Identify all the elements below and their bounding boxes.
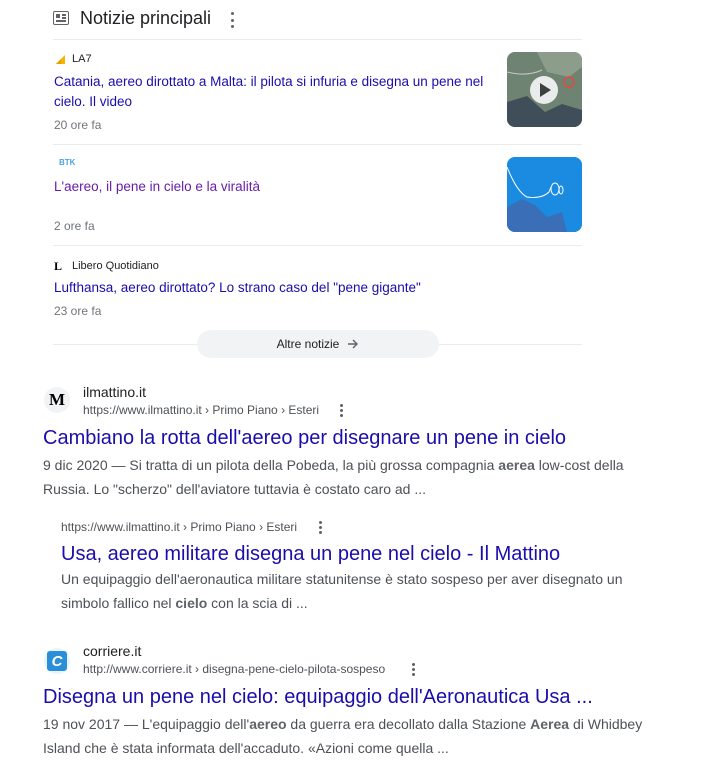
result-snippet: 9 dic 2020 — Si tratta di un pilota dell… <box>43 457 624 497</box>
divider <box>53 245 582 246</box>
news-headline[interactable]: Lufthansa, aereo dirottato? Lo strano ca… <box>54 278 574 298</box>
btk-logo-icon: BTK <box>59 158 76 167</box>
result-url[interactable]: http://www.corriere.it › disegna-pene-ci… <box>83 662 385 676</box>
news-time: 20 ore fa <box>54 118 102 132</box>
news-headline[interactable]: Catania, aereo dirottato a Malta: il pil… <box>54 72 484 112</box>
result-menu-icon[interactable] <box>318 521 322 534</box>
result-site-name[interactable]: ilmattino.it <box>83 384 146 400</box>
news-thumbnail[interactable] <box>507 52 582 127</box>
result-site-name[interactable]: corriere.it <box>83 643 141 659</box>
more-news-label: Altre notizie <box>276 337 340 351</box>
divider <box>53 344 197 345</box>
news-time: 23 ore fa <box>54 304 102 318</box>
news-time: 2 ore fa <box>54 219 95 233</box>
divider <box>53 39 582 40</box>
result-date: 19 nov 2017 <box>43 716 121 732</box>
result-snippet: 19 nov 2017 — L'equipaggio dell'aereo da… <box>43 716 643 756</box>
map-video-thumbnail <box>507 52 582 127</box>
news-thumbnail[interactable] <box>507 157 582 232</box>
result-url[interactable]: https://www.ilmattino.it › Primo Piano ›… <box>83 403 319 417</box>
news-card[interactable]: L Libero Quotidiano Lufthansa, aereo dir… <box>53 256 582 320</box>
news-source: Libero Quotidiano <box>72 260 159 272</box>
result-title-link[interactable]: Disegna un pene nel cielo: equipaggio de… <box>43 686 593 709</box>
libero-logo-icon: L <box>54 259 63 273</box>
news-card[interactable]: LA7 Catania, aereo dirottato a Malta: il… <box>53 50 582 140</box>
arrow-right-icon <box>348 339 359 349</box>
flight-map-thumbnail <box>507 157 582 232</box>
divider <box>53 144 582 145</box>
news-icon <box>53 11 69 25</box>
result-menu-icon[interactable] <box>411 663 415 676</box>
result-snippet: Un equipaggio dell'aeronautica militare … <box>61 571 623 611</box>
result-title-link[interactable]: Cambiano la rotta dell'aereo per disegna… <box>43 427 566 450</box>
top-stories-title: Notizie principali <box>80 8 212 28</box>
result-menu-icon[interactable] <box>339 404 343 417</box>
result-title-link[interactable]: Usa, aereo militare disegna un pene nel … <box>61 543 560 566</box>
news-card[interactable]: BTK L'aereo, il pene in cielo e la viral… <box>53 155 582 240</box>
result-url[interactable]: https://www.ilmattino.it › Primo Piano ›… <box>61 520 297 534</box>
news-headline[interactable]: L'aereo, il pene in cielo e la viralità <box>54 177 484 197</box>
result-date: 9 dic 2020 <box>43 457 108 473</box>
ilmattino-favicon-icon[interactable]: M <box>44 387 70 413</box>
more-news-button[interactable]: Altre notizie <box>197 330 439 358</box>
divider <box>439 344 582 345</box>
news-source: LA7 <box>72 53 92 65</box>
corriere-favicon-icon[interactable]: C <box>44 648 70 674</box>
la7-logo-icon <box>56 55 65 64</box>
top-stories-menu-icon[interactable] <box>230 12 234 28</box>
